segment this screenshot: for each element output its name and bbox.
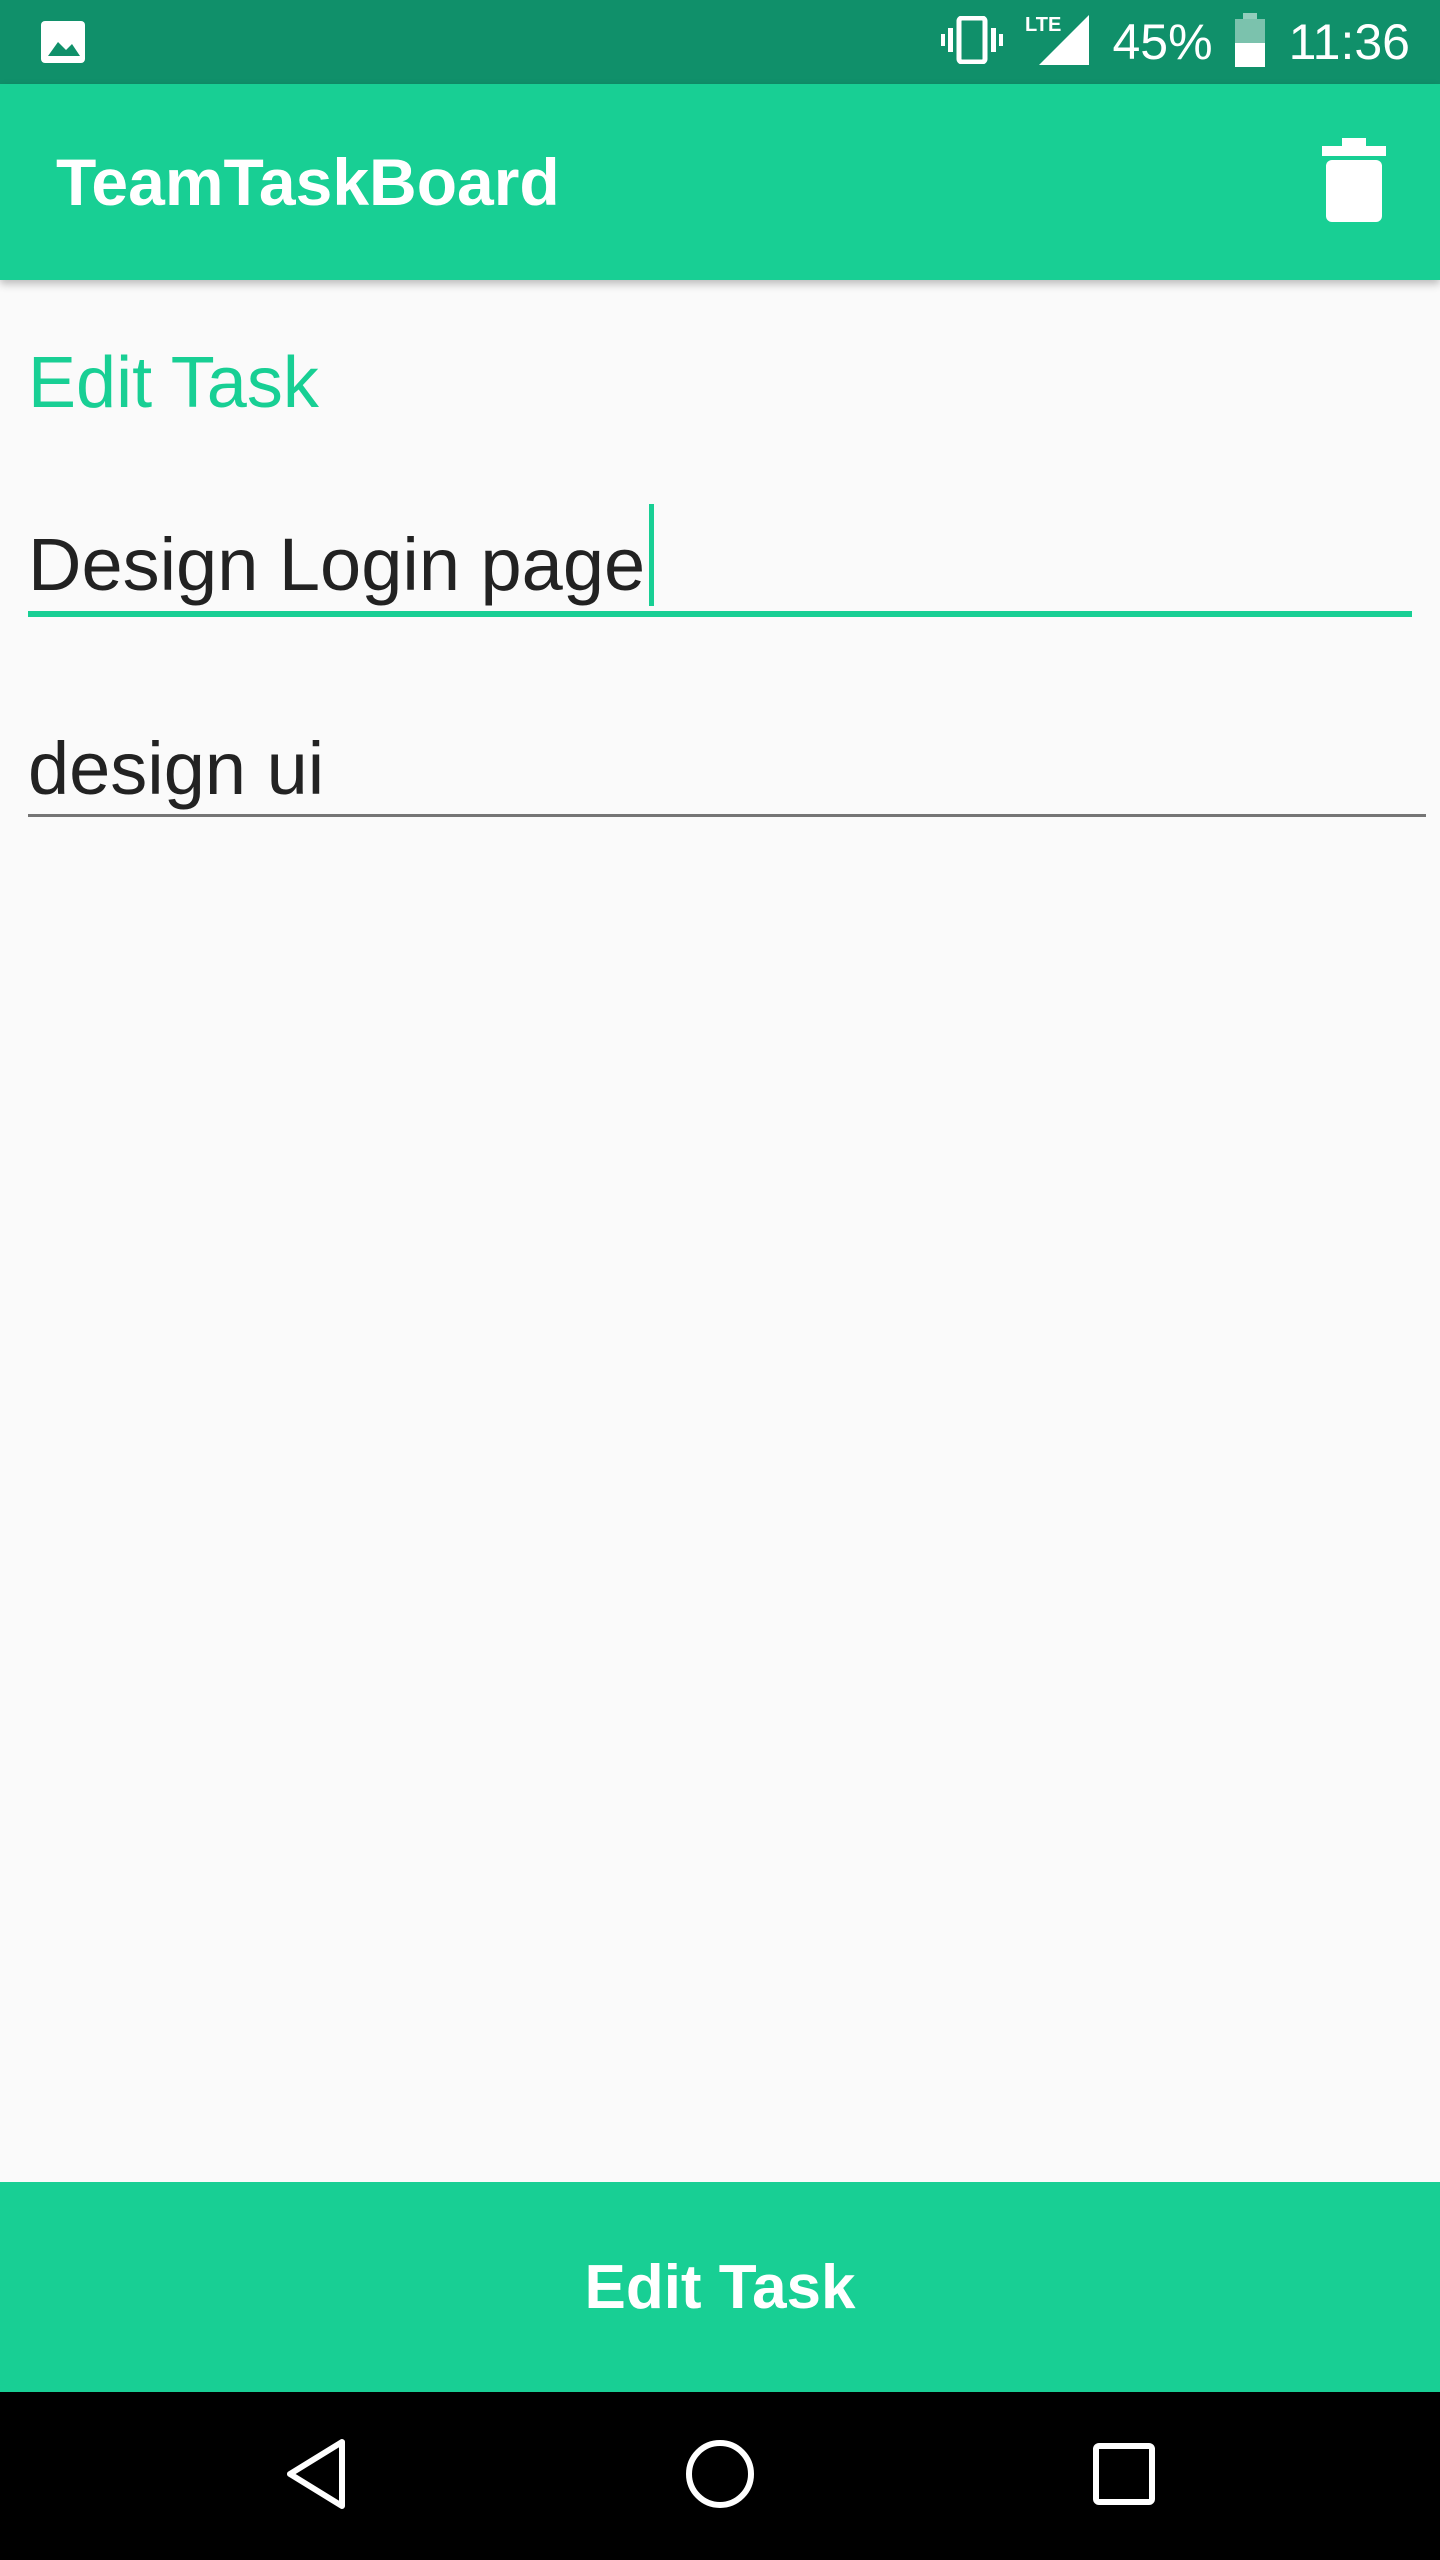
task-title-input[interactable] (28, 512, 1412, 616)
app-bar: TeamTaskBoard (0, 84, 1440, 280)
app-title: TeamTaskBoard (56, 145, 560, 219)
edit-task-form: Edit Task (0, 280, 1440, 2180)
delete-button[interactable] (1308, 136, 1400, 228)
recents-icon (1092, 2442, 1156, 2511)
navigation-bar (0, 2392, 1440, 2560)
home-icon (684, 2438, 756, 2515)
image-icon (40, 20, 86, 64)
task-description-input[interactable] (28, 716, 1412, 820)
battery-percent: 45% (1112, 14, 1213, 70)
trash-icon (1322, 137, 1386, 227)
signal-icon: LTE (1025, 13, 1091, 72)
form-heading: Edit Task (28, 343, 319, 423)
text-cursor (649, 504, 655, 606)
network-type-label: LTE (1025, 14, 1061, 36)
back-icon (284, 2438, 348, 2515)
status-bar: LTE 45% 11:36 (0, 0, 1440, 84)
home-button[interactable] (670, 2426, 770, 2526)
clock: 11:36 (1288, 14, 1410, 70)
title-input-underline (28, 611, 1412, 617)
battery-icon (1233, 12, 1267, 72)
vibrate-icon (940, 15, 1003, 69)
description-input-underline (28, 814, 1426, 817)
back-button[interactable] (266, 2426, 366, 2526)
edit-task-button[interactable]: Edit Task (0, 2182, 1440, 2392)
recents-button[interactable] (1074, 2426, 1174, 2526)
